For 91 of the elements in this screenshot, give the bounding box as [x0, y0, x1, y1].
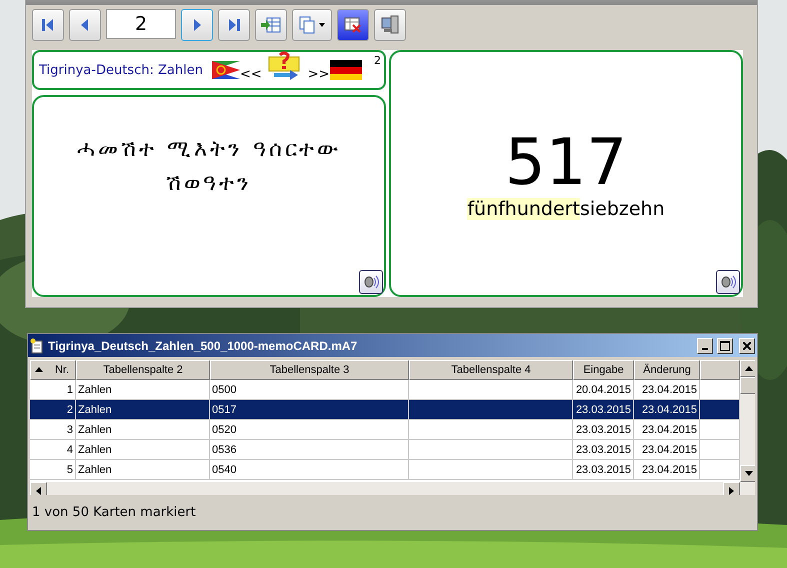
- close-button[interactable]: [739, 338, 755, 354]
- sort-icon: [35, 366, 43, 374]
- column-header[interactable]: Eingabe: [573, 360, 634, 380]
- column-header: [700, 360, 740, 380]
- vertical-scrollbar[interactable]: [740, 360, 755, 482]
- copy-icon: [299, 16, 315, 34]
- minimize-icon: [702, 348, 708, 350]
- scroll-left-button[interactable]: [30, 482, 47, 495]
- scroll-right-icon: [728, 486, 736, 495]
- table-cell: 0500: [210, 380, 409, 400]
- direction-arrows: <<: [240, 67, 262, 82]
- scroll-up-icon: [744, 364, 752, 373]
- table-cell: 4: [30, 440, 76, 460]
- table-cell: 23.03.2015: [573, 400, 634, 420]
- first-button[interactable]: [32, 9, 64, 41]
- table-row[interactable]: 4 Zahlen 0536 23.03.2015 23.04.2015: [30, 440, 740, 460]
- table-cell: 0520: [210, 420, 409, 440]
- scroll-right-button[interactable]: [723, 482, 740, 495]
- column-header[interactable]: Tabellenspalte 4: [409, 360, 573, 380]
- column-label: Nr.: [54, 364, 69, 376]
- speaker-button[interactable]: [359, 270, 383, 294]
- column-header[interactable]: Tabellenspalte 3: [210, 360, 409, 380]
- speaker-icon: [720, 274, 736, 290]
- table-cell: 1: [30, 380, 76, 400]
- question-box-icon: [268, 51, 302, 81]
- answer-words: fünfhundertsiebzehn: [467, 198, 665, 220]
- table-cell: 23.04.2015: [634, 400, 700, 420]
- table-cell: 23.03.2015: [573, 440, 634, 460]
- next-button[interactable]: [181, 9, 213, 41]
- column-header[interactable]: Tabellenspalte 2: [76, 360, 210, 380]
- table-cell: 0517: [210, 400, 409, 420]
- delete-button[interactable]: [337, 9, 369, 41]
- scroll-up-button[interactable]: [740, 360, 755, 378]
- table-cell: Zahlen: [76, 420, 210, 440]
- network-button[interactable]: [374, 9, 406, 41]
- table-cell: 23.04.2015: [634, 380, 700, 400]
- delete-table-icon: [344, 17, 362, 33]
- copy-dropdown-button[interactable]: [292, 9, 332, 41]
- table-cell: 2: [30, 400, 76, 420]
- scroll-left-icon: [34, 486, 42, 495]
- prev-button[interactable]: [69, 9, 101, 41]
- table-cell: 0536: [210, 440, 409, 460]
- deck-title: Tigrinya-Deutsch: Zahlen: [39, 62, 203, 78]
- scroll-down-button[interactable]: [740, 465, 755, 482]
- close-icon: [743, 342, 751, 350]
- direction-arrows: >>: [308, 67, 330, 82]
- table-row[interactable]: 3 Zahlen 0520 23.03.2015 23.04.2015: [30, 420, 740, 440]
- table-cell: 23.03.2015: [573, 420, 634, 440]
- table-cell: 20.04.2015: [573, 380, 634, 400]
- table-row[interactable]: 2 Zahlen 0517 23.03.2015 23.04.2015: [30, 400, 740, 420]
- horizontal-scrollbar[interactable]: [30, 482, 755, 495]
- page-field[interactable]: 2: [106, 9, 176, 39]
- table-row[interactable]: 5 Zahlen 0540 23.03.2015 23.04.2015: [30, 460, 740, 480]
- table-cell: 23.04.2015: [634, 460, 700, 480]
- import-button[interactable]: [255, 9, 287, 41]
- table-row[interactable]: 1 Zahlen 0500 20.04.2015 23.04.2015: [30, 380, 740, 400]
- status-text: 1 von 50 Karten markiert: [31, 504, 197, 522]
- scroll-thumb[interactable]: [740, 377, 755, 394]
- table-cell: Zahlen: [76, 400, 210, 420]
- table-cell: 0540: [210, 460, 409, 480]
- table-cell: 5: [30, 460, 76, 480]
- table-cell: Zahlen: [76, 440, 210, 460]
- minimize-button[interactable]: [697, 338, 713, 354]
- table-cell: 23.03.2015: [573, 460, 634, 480]
- skip-first-icon: [42, 18, 54, 32]
- maximize-button[interactable]: [717, 338, 733, 354]
- table-cell: 23.04.2015: [634, 440, 700, 460]
- scroll-down-icon: [744, 470, 752, 478]
- table-cell: 23.04.2015: [634, 420, 700, 440]
- speaker-icon: [363, 274, 379, 290]
- table-cell: Zahlen: [76, 380, 210, 400]
- caret-icon: [319, 23, 325, 27]
- table-arrow-icon: [261, 17, 281, 33]
- table-cell: 3: [30, 420, 76, 440]
- column-header[interactable]: Änderung: [634, 360, 700, 380]
- next-icon: [193, 18, 201, 32]
- document-icon: [30, 338, 44, 354]
- flag-icon: [212, 61, 240, 79]
- maximize-icon: [720, 340, 730, 351]
- table-cell: Zahlen: [76, 460, 210, 480]
- last-button[interactable]: [218, 9, 250, 41]
- window-title: Tigrinya_Deutsch_Zahlen_500_1000-memoCARD.mA7: [48, 338, 358, 353]
- previous-icon: [81, 18, 89, 32]
- flag-icon: [330, 60, 362, 80]
- card-count: 2: [374, 54, 381, 67]
- skip-last-icon: [228, 18, 240, 32]
- column-header[interactable]: Nr.: [30, 360, 76, 380]
- answer-number: 517: [504, 128, 628, 198]
- question-text: ሓመሽተ ሚእትን ዓሰርተው ሽወዓተን: [76, 136, 342, 198]
- computer-icon: [380, 15, 400, 35]
- speaker-button[interactable]: [716, 270, 740, 294]
